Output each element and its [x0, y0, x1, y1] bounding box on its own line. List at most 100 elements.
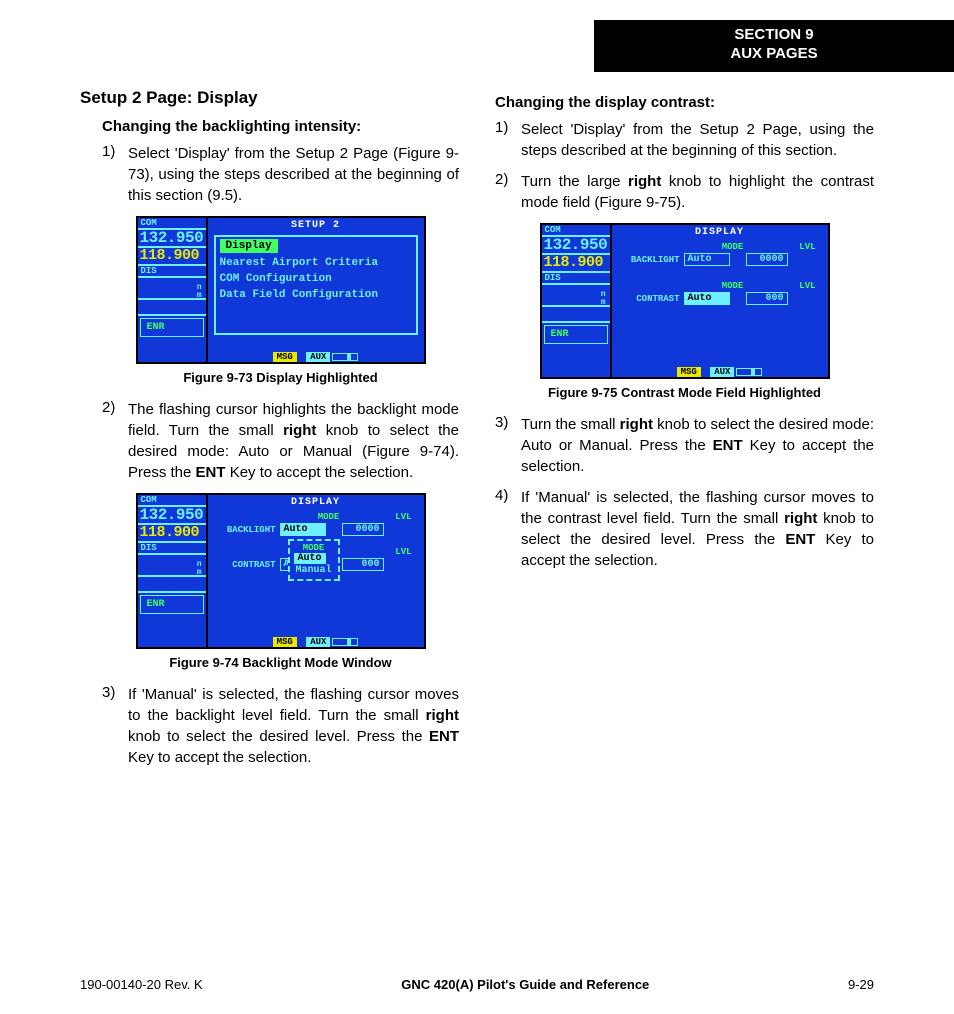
- dis-label: DIS: [542, 273, 610, 285]
- device-status-bar: MSG AUX: [612, 367, 828, 377]
- setup-item-comcfg[interactable]: COM Configuration: [220, 271, 412, 287]
- device-status-bar: MSG AUX: [208, 352, 424, 362]
- com-active: 132.950: [542, 237, 610, 255]
- section-line1: SECTION 9: [594, 26, 954, 45]
- lvl-hdr: LVL: [395, 547, 411, 557]
- setup-item-datafield[interactable]: Data Field Configuration: [220, 287, 412, 303]
- step-num: 1): [495, 119, 521, 161]
- blank-cell: [138, 577, 206, 593]
- setup-item-display[interactable]: Display: [220, 239, 278, 253]
- display-settings: MODE LVL BACKLIGHT Auto 0000 MODE LVL: [612, 240, 828, 308]
- page-footer: 190-00140-20 Rev. K GNC 420(A) Pilot's G…: [80, 977, 874, 992]
- step-num: 3): [102, 684, 128, 768]
- h3-contrast: Changing the display contrast:: [495, 94, 874, 111]
- blank-cell: [542, 307, 610, 323]
- msg-badge: MSG: [273, 637, 297, 647]
- lvl-hdr: LVL: [799, 281, 815, 291]
- right-step-2: 2) Turn the large right knob to highligh…: [495, 171, 874, 213]
- page-bar-icon: [332, 638, 358, 646]
- dis-field: nm: [138, 278, 206, 300]
- left-column: Setup 2 Page: Display Changing the backl…: [80, 88, 459, 778]
- step-text: Select 'Display' from the Setup 2 Page, …: [521, 119, 874, 161]
- aux-badge: AUX: [710, 367, 734, 377]
- figure-9-73: COM 132.950 118.900 DIS nm ENR SETUP 2 D…: [102, 216, 459, 385]
- right-column: Changing the display contrast: 1) Select…: [495, 88, 874, 778]
- dis-field: nm: [138, 555, 206, 577]
- page-columns: Setup 2 Page: Display Changing the backl…: [80, 0, 874, 778]
- step-text: Turn the small right knob to select the …: [521, 414, 874, 477]
- display-header: MODE LVL: [618, 242, 822, 252]
- backlight-row: BACKLIGHT Auto 0000: [618, 252, 822, 267]
- panel-title: SETUP 2: [208, 218, 424, 233]
- dis-label: DIS: [138, 543, 206, 555]
- enr-label: ENR: [140, 595, 204, 614]
- com-active: 132.950: [138, 507, 206, 525]
- right-step-1: 1) Select 'Display' from the Setup 2 Pag…: [495, 119, 874, 161]
- left-step-3: 3) If 'Manual' is selected, the flashing…: [102, 684, 459, 768]
- step-num: 3): [495, 414, 521, 477]
- com-standby: 118.900: [138, 525, 206, 543]
- setup-item-nearest[interactable]: Nearest Airport Criteria: [220, 255, 412, 271]
- com-active: 132.950: [138, 230, 206, 248]
- backlight-row: BACKLIGHT Auto 0000: [214, 522, 418, 537]
- blank-cell: [542, 346, 610, 377]
- dis-field: nm: [542, 285, 610, 307]
- step-text: If 'Manual' is selected, the flashing cu…: [128, 684, 459, 768]
- figure-caption-73: Figure 9-73 Display Highlighted: [102, 370, 459, 385]
- figure-9-75: COM 132.950 118.900 DIS nm ENR DISPLAY M…: [495, 223, 874, 400]
- backlight-mode-field[interactable]: Auto: [684, 253, 730, 266]
- dis-label: DIS: [138, 266, 206, 278]
- backlight-label: BACKLIGHT: [214, 525, 280, 535]
- lvl-hdr: LVL: [799, 242, 815, 252]
- step-num: 4): [495, 487, 521, 571]
- section-banner: SECTION 9 AUX PAGES: [594, 20, 954, 72]
- left-steps-3: 3) If 'Manual' is selected, the flashing…: [80, 684, 459, 768]
- com-standby: 118.900: [542, 255, 610, 273]
- backlight-lvl-field[interactable]: 0000: [746, 253, 788, 266]
- right-steps-bottom: 3) Turn the small right knob to select t…: [495, 414, 874, 571]
- popup-title: MODE: [294, 543, 334, 553]
- popup-opt-manual[interactable]: Manual: [294, 564, 334, 577]
- backlight-lvl-field[interactable]: 0000: [342, 523, 384, 536]
- contrast-lvl-field[interactable]: 000: [342, 558, 384, 571]
- device-screen-74: COM 132.950 118.900 DIS nm ENR DISPLAY M…: [136, 493, 426, 649]
- footer-docnum: 190-00140-20 Rev. K: [80, 977, 203, 992]
- page-bar-icon: [332, 353, 358, 361]
- h2-setup2: Setup 2 Page: Display: [80, 88, 459, 108]
- contrast-label: CONTRAST: [214, 560, 280, 570]
- device-left-pane: COM 132.950 118.900 DIS nm ENR: [542, 225, 612, 377]
- setup-list-panel: Display Nearest Airport Criteria COM Con…: [214, 235, 418, 335]
- footer-title: GNC 420(A) Pilot's Guide and Reference: [401, 977, 649, 992]
- figure-caption-75: Figure 9-75 Contrast Mode Field Highligh…: [495, 385, 874, 400]
- right-step-4: 4) If 'Manual' is selected, the flashing…: [495, 487, 874, 571]
- right-steps-top: 1) Select 'Display' from the Setup 2 Pag…: [495, 119, 874, 213]
- device-status-bar: MSG AUX: [208, 637, 424, 647]
- step-text: Select 'Display' from the Setup 2 Page (…: [128, 143, 459, 206]
- left-steps: 1) Select 'Display' from the Setup 2 Pag…: [80, 143, 459, 206]
- contrast-mode-field[interactable]: Auto: [684, 292, 730, 305]
- blank-cell: [138, 300, 206, 316]
- blank-cell: [138, 616, 206, 647]
- left-steps-2: 2) The flashing cursor highlights the ba…: [80, 399, 459, 483]
- backlight-mode-field[interactable]: Auto: [280, 523, 326, 536]
- contrast-lvl-field[interactable]: 000: [746, 292, 788, 305]
- figure-9-74: COM 132.950 118.900 DIS nm ENR DISPLAY M…: [102, 493, 459, 670]
- device-main-pane: SETUP 2 Display Nearest Airport Criteria…: [208, 218, 424, 362]
- msg-badge: MSG: [273, 352, 297, 362]
- popup-opt-auto[interactable]: Auto: [294, 553, 326, 564]
- msg-badge: MSG: [677, 367, 701, 377]
- aux-badge: AUX: [306, 637, 330, 647]
- left-step-1: 1) Select 'Display' from the Setup 2 Pag…: [102, 143, 459, 206]
- contrast-label: CONTRAST: [618, 294, 684, 304]
- display-header: MODE LVL: [214, 512, 418, 522]
- device-screen-73: COM 132.950 118.900 DIS nm ENR SETUP 2 D…: [136, 216, 426, 364]
- device-screen-75: COM 132.950 118.900 DIS nm ENR DISPLAY M…: [540, 223, 830, 379]
- enr-label: ENR: [544, 325, 608, 344]
- mode-hdr: MODE: [722, 281, 744, 291]
- mode-hdr: MODE: [722, 242, 744, 252]
- right-step-3: 3) Turn the small right knob to select t…: [495, 414, 874, 477]
- device-main-pane: DISPLAY MODE LVL BACKLIGHT Auto 0000 MOD: [612, 225, 828, 377]
- aux-badge: AUX: [306, 352, 330, 362]
- step-text: Turn the large right knob to highlight t…: [521, 171, 874, 213]
- step-text: The flashing cursor highlights the backl…: [128, 399, 459, 483]
